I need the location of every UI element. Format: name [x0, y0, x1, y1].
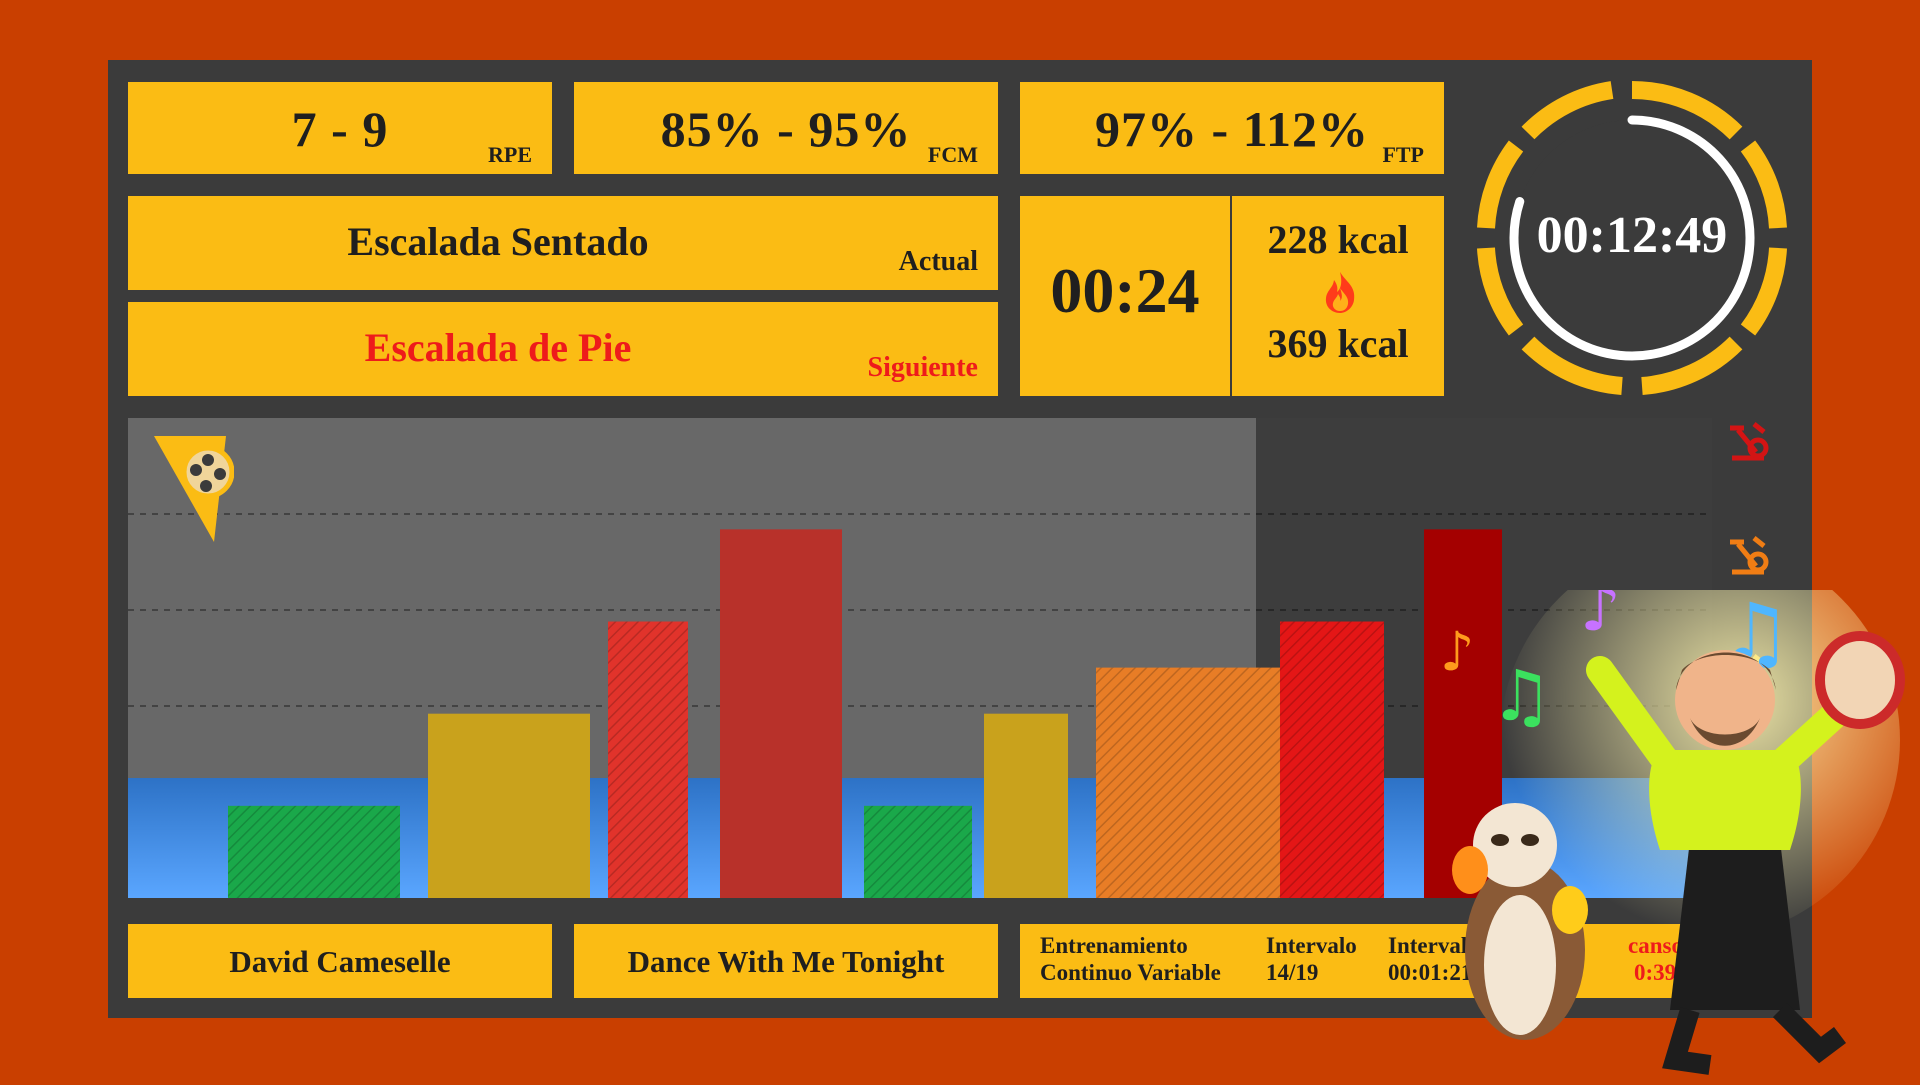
instructor-box: David Cameselle	[128, 924, 552, 998]
interval-label: Intervalo	[1266, 933, 1357, 958]
instructor-name: David Cameselle	[229, 944, 451, 979]
interval-bar	[984, 713, 1068, 898]
svg-text:♪: ♪	[1580, 590, 1621, 646]
interval-bar	[428, 713, 590, 898]
svg-text:♪: ♪	[1440, 620, 1474, 683]
interval-bar-hatch	[228, 805, 400, 898]
interval-bar	[720, 529, 842, 898]
session-clock: 00:12:49	[1472, 78, 1792, 398]
svg-text:♫: ♫	[1490, 655, 1553, 737]
mascot-overlay: ♪ ♫ ♫ ♪ ♪	[1420, 540, 1920, 1085]
clock-time: 00:12:49	[1536, 207, 1728, 264]
ftp-value: 97% - 112%	[1095, 101, 1369, 157]
ftp-unit: FTP	[1382, 142, 1424, 167]
fcm-box: 85% - 95% FCM	[574, 82, 998, 174]
interval-value: 14/19	[1266, 960, 1319, 985]
interval-bar-hatch	[864, 805, 972, 898]
ftp-box: 97% - 112% FTP	[1020, 82, 1444, 174]
segment-timer-box: 00:24	[1020, 196, 1230, 396]
calories-box: 228 kcal 369 kcal	[1232, 196, 1444, 396]
cinema-slice-logo-icon	[150, 432, 235, 549]
interval-bar-hatch	[608, 621, 688, 898]
song-box: Dance With Me Tonight	[574, 924, 998, 998]
training-label-1: Entrenamiento	[1040, 933, 1188, 958]
training-label-2: Continuo Variable	[1040, 960, 1221, 985]
next-phase-box: Escalada de Pie Siguiente	[128, 302, 998, 396]
fire-icon	[1320, 270, 1360, 314]
calories-current: 228 kcal	[1267, 217, 1409, 262]
song-title: Dance With Me Tonight	[627, 944, 945, 979]
current-phase-tag: Actual	[898, 246, 978, 277]
stationary-bike-orange-icon	[1724, 534, 1770, 583]
next-phase-name: Escalada de Pie	[364, 325, 632, 370]
stationary-bike-red-icon	[1724, 420, 1770, 469]
segment-timer: 00:24	[1050, 255, 1200, 326]
current-phase-box: Escalada Sentado Actual	[128, 196, 998, 290]
rpe-box: 7 - 9 RPE	[128, 82, 552, 174]
fcm-unit: FCM	[927, 142, 978, 167]
interval-bar-hatch	[1096, 667, 1290, 898]
current-phase-name: Escalada Sentado	[347, 219, 649, 264]
next-phase-tag: Siguiente	[867, 352, 978, 383]
calories-total: 369 kcal	[1267, 321, 1409, 366]
interval-bar-hatch	[1280, 621, 1384, 898]
rpe-unit: RPE	[488, 142, 532, 167]
